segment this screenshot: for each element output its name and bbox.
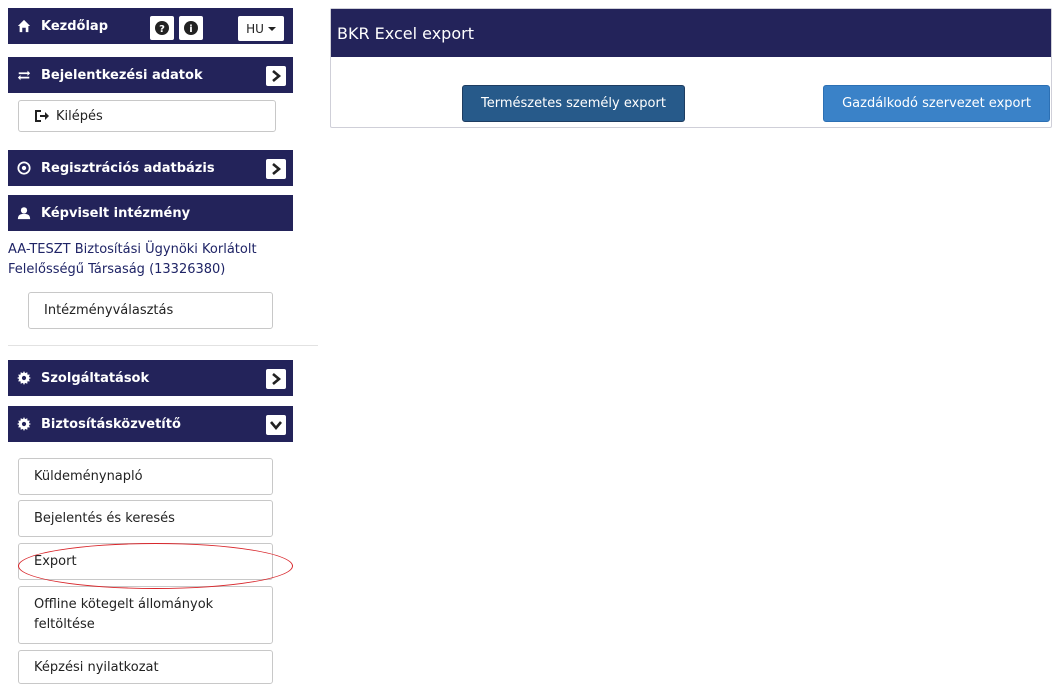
broker-label: Biztosításközvetítő bbox=[41, 416, 181, 432]
logout-button[interactable]: Kilépés bbox=[18, 100, 276, 132]
natural-person-export-button[interactable]: Természetes személy export bbox=[462, 85, 685, 122]
represented-institution-label: Képviselt intézmény bbox=[41, 205, 191, 221]
organization-name: AA-TESZT Biztosítási Ügynöki Korlátolt F… bbox=[8, 240, 293, 280]
sidebar-item-training-statement[interactable]: Képzési nyilatkozat bbox=[18, 650, 273, 684]
services-label: Szolgáltatások bbox=[41, 370, 150, 386]
gear-icon bbox=[17, 417, 31, 431]
sidebar-item-label: Bejelentés és keresés bbox=[34, 511, 175, 526]
user-icon bbox=[17, 206, 31, 220]
business-org-export-button[interactable]: Gazdálkodó szervezet export bbox=[823, 85, 1050, 122]
svg-text:i: i bbox=[189, 24, 192, 35]
chevron-right-icon[interactable] bbox=[266, 369, 286, 389]
export-highlight-ellipse bbox=[18, 543, 293, 589]
organization-name-line2: Felelősségű Társaság (13326380) bbox=[8, 262, 226, 277]
export-panel: BKR Excel export Természetes személy exp… bbox=[330, 8, 1052, 128]
svg-text:?: ? bbox=[159, 24, 165, 35]
home-icon bbox=[17, 19, 31, 33]
login-data-label: Bejelentkezési adatok bbox=[41, 67, 203, 83]
sidebar-item-label-line2: feltöltése bbox=[34, 617, 95, 632]
sidebar-item-shipment-log[interactable]: Küldeménynapló bbox=[18, 458, 273, 495]
sidebar-item-report-search[interactable]: Bejelentés és keresés bbox=[18, 500, 273, 537]
institution-select-button[interactable]: Intézményválasztás bbox=[28, 292, 273, 329]
business-org-export-label: Gazdálkodó szervezet export bbox=[842, 96, 1031, 111]
sidebar-item-label: Képzési nyilatkozat bbox=[34, 659, 159, 675]
registration-db-bar[interactable]: Regisztrációs adatbázis bbox=[8, 150, 293, 186]
registration-db-label: Regisztrációs adatbázis bbox=[41, 160, 215, 176]
chevron-right-icon[interactable] bbox=[266, 159, 286, 179]
caret-down-icon bbox=[267, 26, 276, 31]
login-data-bar[interactable]: Bejelentkezési adatok bbox=[8, 57, 293, 93]
sidebar-item-offline-upload[interactable]: Offline kötegelt állományok feltöltése bbox=[18, 586, 273, 644]
exchange-icon bbox=[17, 68, 31, 82]
sidebar: Kezdőlap ? i HU Bejelentkezési adatok Ki… bbox=[8, 8, 318, 693]
chevron-right-icon[interactable] bbox=[266, 66, 286, 86]
gear-icon bbox=[17, 371, 31, 385]
language-label: HU bbox=[246, 21, 264, 36]
natural-person-export-label: Természetes személy export bbox=[481, 96, 666, 111]
question-circle-icon[interactable]: ? bbox=[150, 16, 174, 40]
sidebar-item-label-line1: Offline kötegelt állományok bbox=[34, 597, 214, 612]
divider bbox=[8, 345, 318, 346]
logout-label: Kilépés bbox=[56, 108, 103, 124]
home-label[interactable]: Kezdőlap bbox=[41, 19, 108, 34]
home-bar[interactable]: Kezdőlap ? i HU bbox=[8, 8, 293, 44]
page-title: BKR Excel export bbox=[337, 23, 474, 43]
chevron-down-icon[interactable] bbox=[266, 415, 286, 435]
organization-name-line1: AA-TESZT Biztosítási Ügynöki Korlátolt bbox=[8, 242, 257, 257]
logout-icon bbox=[34, 109, 50, 123]
represented-institution-bar: Képviselt intézmény bbox=[8, 195, 293, 231]
sidebar-item-label: Küldeménynapló bbox=[34, 469, 143, 484]
institution-select-label: Intézményválasztás bbox=[44, 303, 174, 318]
panel-header: BKR Excel export bbox=[331, 9, 1051, 57]
info-circle-icon[interactable]: i bbox=[179, 16, 203, 40]
dot-circle-icon bbox=[17, 161, 31, 175]
broker-bar[interactable]: Biztosításközvetítő bbox=[8, 406, 293, 442]
services-bar[interactable]: Szolgáltatások bbox=[8, 360, 293, 396]
language-select[interactable]: HU bbox=[238, 16, 284, 41]
